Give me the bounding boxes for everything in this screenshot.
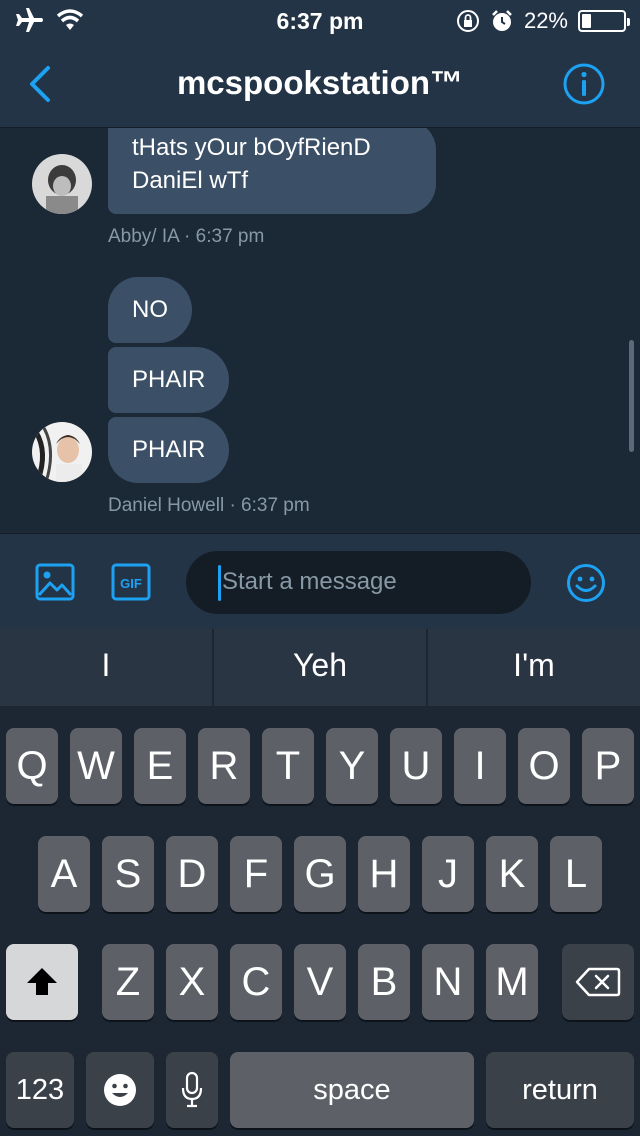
key-a[interactable]: A bbox=[38, 836, 90, 912]
scrollbar[interactable] bbox=[629, 340, 634, 452]
alarm-icon bbox=[492, 10, 512, 31]
rotation-lock-icon bbox=[456, 10, 479, 32]
suggestion-item[interactable]: I'm bbox=[426, 629, 640, 706]
message-composer: GIF Start a message bbox=[0, 533, 640, 629]
info-icon[interactable] bbox=[562, 62, 606, 106]
shift-arrow-icon bbox=[27, 968, 57, 995]
backspace-icon bbox=[575, 967, 621, 997]
message-text: tHats yOur bOyfRienD bbox=[132, 134, 371, 161]
battery-fill bbox=[582, 14, 591, 28]
text-caret bbox=[218, 565, 221, 601]
suggestion-item[interactable]: I bbox=[0, 629, 212, 706]
suggestion-bar: I Yeh I'm bbox=[0, 629, 640, 706]
key-w[interactable]: W bbox=[70, 728, 122, 804]
key-s[interactable]: S bbox=[102, 836, 154, 912]
message-meta: Abby/ IA · 6:37 pm bbox=[108, 226, 265, 247]
key-z[interactable]: Z bbox=[102, 944, 154, 1020]
message-placeholder: Start a message bbox=[222, 568, 397, 595]
return-key[interactable]: return bbox=[486, 1052, 634, 1128]
image-icon[interactable] bbox=[35, 562, 75, 602]
message-text: PHAIR bbox=[132, 436, 206, 463]
key-r[interactable]: R bbox=[198, 728, 250, 804]
battery-percent: 22% bbox=[523, 8, 568, 33]
key-h[interactable]: H bbox=[358, 836, 410, 912]
avatar-abby[interactable] bbox=[32, 154, 92, 214]
message-bubble[interactable]: NO bbox=[108, 277, 192, 343]
key-l[interactable]: L bbox=[550, 836, 602, 912]
status-bar: 6:37 pm 22% bbox=[0, 0, 640, 40]
key-o[interactable]: O bbox=[518, 728, 570, 804]
key-n[interactable]: N bbox=[422, 944, 474, 1020]
message-bubble[interactable]: PHAIR bbox=[108, 347, 230, 413]
message-meta: Daniel Howell · 6:37 pm bbox=[108, 495, 310, 516]
message-bubble[interactable]: tHats yOur bOyfRienD DaniEl wTf bbox=[108, 128, 436, 214]
status-right: 22% bbox=[456, 8, 630, 34]
conversation-title: mcspookstation™ bbox=[176, 64, 464, 101]
conversation-header: mcspookstation™ bbox=[0, 40, 640, 128]
backspace-key[interactable] bbox=[562, 944, 634, 1020]
suggestion-item[interactable]: Yeh bbox=[212, 629, 426, 706]
key-g[interactable]: G bbox=[294, 836, 346, 912]
key-q[interactable]: Q bbox=[6, 728, 58, 804]
microphone-icon bbox=[181, 1071, 203, 1108]
gif-label: GIF bbox=[120, 576, 142, 591]
keyboard: I Yeh I'm Q W E R T Y U I O P A S D F G … bbox=[0, 629, 640, 1136]
avatar-image bbox=[32, 154, 92, 214]
shift-key[interactable] bbox=[6, 944, 78, 1020]
key-d[interactable]: D bbox=[166, 836, 218, 912]
space-key[interactable]: space bbox=[230, 1052, 474, 1128]
key-m[interactable]: M bbox=[486, 944, 538, 1020]
key-j[interactable]: J bbox=[422, 836, 474, 912]
emoji-icon[interactable] bbox=[566, 563, 606, 603]
numbers-key[interactable]: 123 bbox=[6, 1052, 74, 1128]
message-text: PHAIR bbox=[132, 366, 206, 393]
battery-icon bbox=[578, 10, 630, 32]
key-f[interactable]: F bbox=[230, 836, 282, 912]
avatar-image bbox=[32, 422, 92, 482]
emoji-face-icon bbox=[104, 1074, 136, 1106]
key-x[interactable]: X bbox=[166, 944, 218, 1020]
key-v[interactable]: V bbox=[294, 944, 346, 1020]
key-y[interactable]: Y bbox=[326, 728, 378, 804]
gif-icon[interactable]: GIF bbox=[111, 562, 151, 602]
key-u[interactable]: U bbox=[390, 728, 442, 804]
avatar-daniel[interactable] bbox=[32, 422, 92, 482]
key-c[interactable]: C bbox=[230, 944, 282, 1020]
message-input[interactable]: Start a message bbox=[186, 551, 531, 614]
key-b[interactable]: B bbox=[358, 944, 410, 1020]
microphone-key[interactable] bbox=[166, 1052, 218, 1128]
key-i[interactable]: I bbox=[454, 728, 506, 804]
key-p[interactable]: P bbox=[582, 728, 634, 804]
message-bubble[interactable]: PHAIR bbox=[108, 417, 230, 483]
key-e[interactable]: E bbox=[134, 728, 186, 804]
key-t[interactable]: T bbox=[262, 728, 314, 804]
message-text: NO bbox=[132, 296, 168, 323]
message-list[interactable]: tHats yOur bOyfRienD DaniEl wTf Abby/ IA… bbox=[0, 128, 640, 533]
message-text: DaniEl wTf bbox=[132, 167, 249, 194]
key-k[interactable]: K bbox=[486, 836, 538, 912]
emoji-key[interactable] bbox=[86, 1052, 154, 1128]
